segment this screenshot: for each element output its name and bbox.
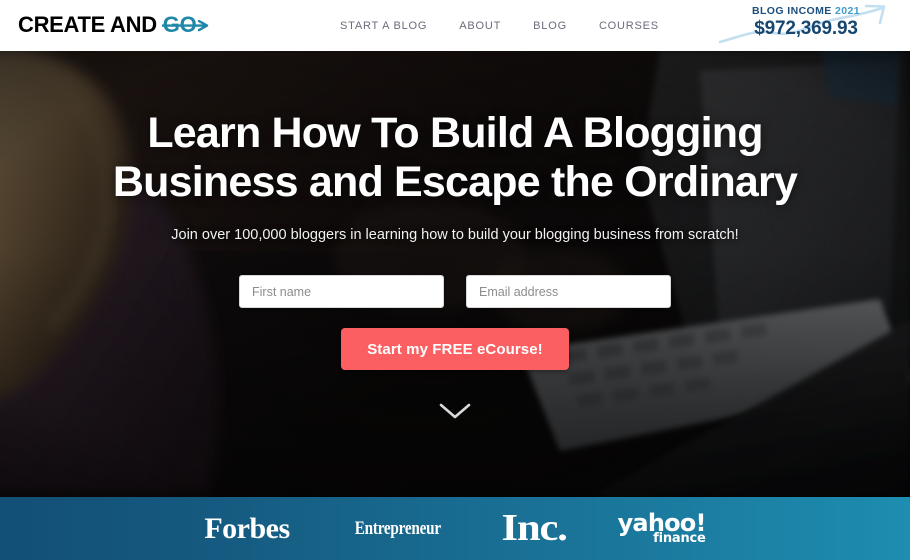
site-logo[interactable]: CREATE AND GO bbox=[18, 12, 208, 38]
press-logo-bar: Forbes Entrepreneur Inc. yahoo! finance bbox=[0, 497, 910, 560]
page-title: Learn How To Build A Blogging Business a… bbox=[45, 109, 865, 207]
logo-go-label: GO bbox=[162, 12, 197, 37]
first-name-input[interactable] bbox=[239, 275, 444, 309]
chevron-down-icon[interactable] bbox=[438, 402, 472, 420]
income-amount: $972,369.93 bbox=[754, 18, 858, 39]
income-label: BLOG INCOME 2021 bbox=[716, 2, 896, 17]
income-label-text: BLOG INCOME bbox=[752, 5, 832, 17]
nav-courses[interactable]: COURSES bbox=[599, 20, 659, 32]
start-free-ecourse-button[interactable]: Start my FREE eCourse! bbox=[341, 328, 569, 371]
email-input[interactable] bbox=[466, 275, 671, 309]
press-logo-yahoo-finance: yahoo! finance bbox=[618, 511, 707, 547]
signup-form bbox=[239, 275, 671, 309]
press-logo-entrepreneur: Entrepreneur bbox=[354, 517, 441, 539]
logo-text-go: GO bbox=[161, 12, 208, 38]
nav-blog[interactable]: BLOG bbox=[533, 20, 567, 32]
landing-page: CREATE AND GO START A BLOG ABOUT BLOG CO… bbox=[0, 0, 910, 560]
logo-text-create-and: CREATE AND bbox=[18, 12, 157, 37]
blog-income-widget[interactable]: BLOG INCOME 2021 $972,369.93 bbox=[716, 2, 896, 50]
income-year: 2021 bbox=[835, 5, 860, 17]
nav-start-a-blog[interactable]: START A BLOG bbox=[340, 20, 427, 32]
headline-line-2: Business and Escape the Ordinary bbox=[112, 158, 798, 207]
main-navigation: START A BLOG ABOUT BLOG COURSES bbox=[340, 0, 659, 51]
press-logo-inc: Inc. bbox=[501, 507, 568, 550]
headline-line-1: Learn How To Build A Blogging bbox=[147, 109, 763, 157]
press-logo-forbes: Forbes bbox=[204, 511, 290, 545]
finance-wordmark: finance bbox=[653, 531, 706, 547]
site-header: CREATE AND GO START A BLOG ABOUT BLOG CO… bbox=[0, 0, 910, 51]
nav-about[interactable]: ABOUT bbox=[459, 20, 501, 32]
hero-content: Learn How To Build A Blogging Business a… bbox=[0, 51, 910, 497]
hero-subheadline: Join over 100,000 bloggers in learning h… bbox=[171, 227, 739, 244]
hero-section: Learn How To Build A Blogging Business a… bbox=[0, 51, 910, 497]
